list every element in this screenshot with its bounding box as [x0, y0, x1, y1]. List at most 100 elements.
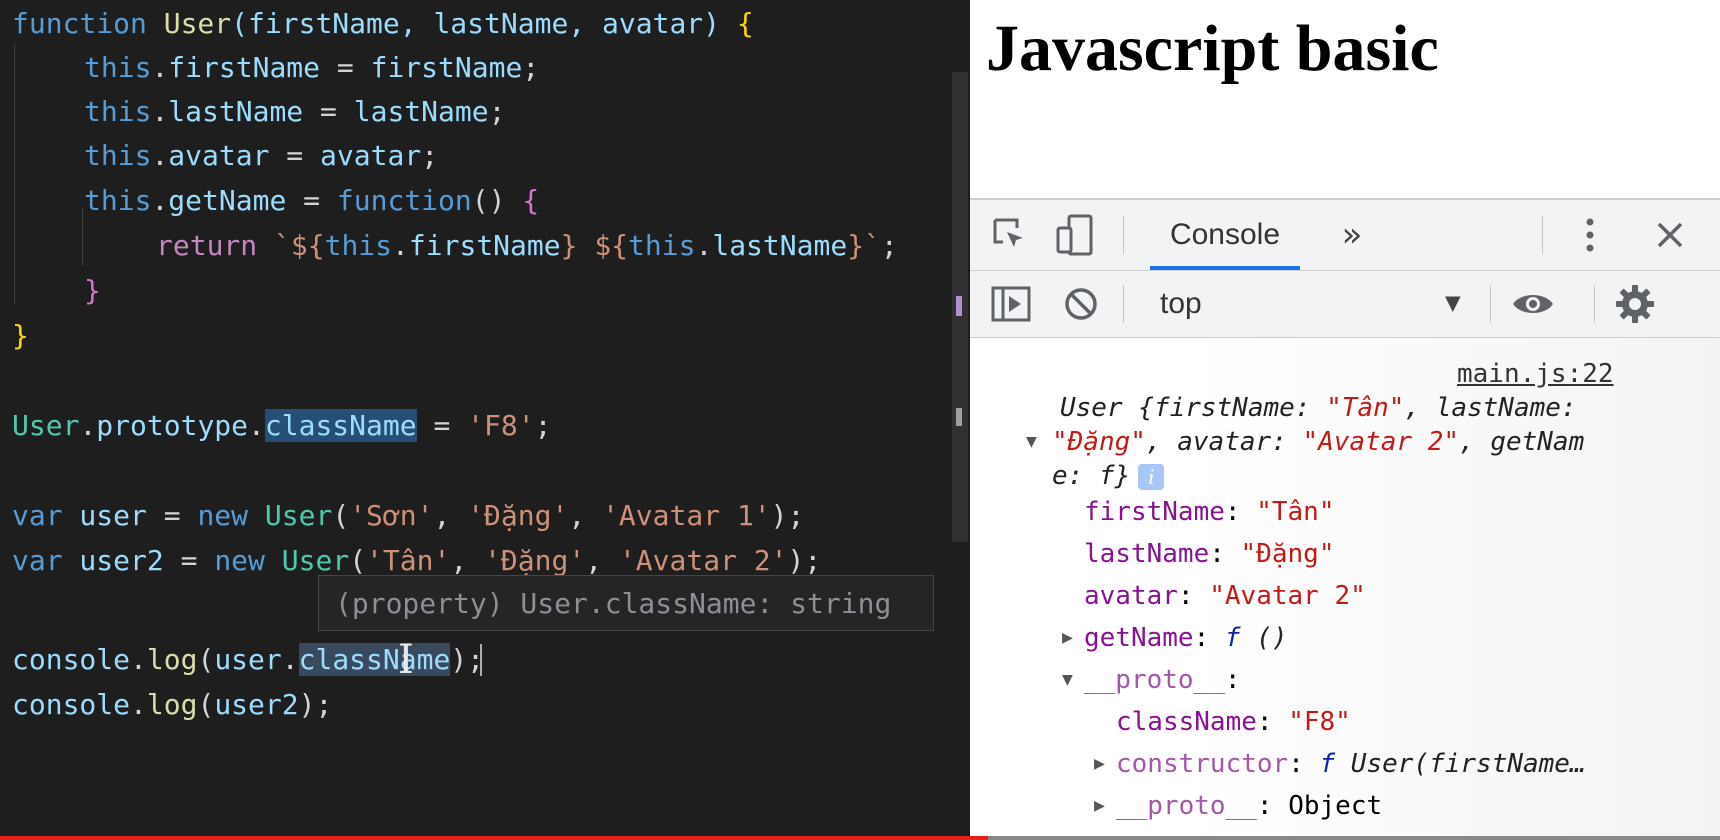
summary-text: , avatar:: [1145, 427, 1303, 457]
paren: );: [450, 643, 485, 676]
indent-guide: [14, 44, 15, 304]
string: 'Đặng': [467, 499, 569, 532]
value: lastName: [353, 95, 489, 128]
code-line-2[interactable]: this.firstName = firstName;: [84, 48, 539, 88]
summary-text: e:: [1052, 461, 1099, 491]
prop-sep: :: [1224, 497, 1257, 527]
prop-proto[interactable]: __proto__:: [1084, 662, 1241, 698]
browser-pane: Javascript basic Console » top ▼ main.js…: [970, 0, 1720, 836]
divider: [1542, 216, 1543, 254]
object-summary-line-2[interactable]: "Đặng", avatar: "Avatar 2", getNam: [1052, 424, 1584, 460]
console-output: main.js:22 User {firstName: "Tân", lastN…: [970, 338, 1720, 836]
video-progress-remaining: [988, 836, 1720, 840]
video-progress-bar[interactable]: [0, 836, 988, 840]
info-icon[interactable]: i: [1138, 463, 1165, 490]
code-line-13[interactable]: console.log(user2);: [12, 685, 332, 725]
object: console: [12, 643, 131, 676]
prop-key: constructor: [1116, 749, 1289, 779]
summary-text: , getNam: [1459, 427, 1585, 457]
kebab-menu-icon[interactable]: [1580, 212, 1600, 258]
summary-value: "Đặng": [1052, 427, 1146, 457]
comma: ,: [568, 499, 603, 532]
prop-value: "Tân": [1256, 497, 1335, 527]
code-line-5[interactable]: this.getName = function() {: [84, 181, 539, 221]
code-line-9[interactable]: User.prototype.className = 'F8';: [12, 406, 551, 446]
prop-proto-object[interactable]: __proto__: Object: [1116, 788, 1382, 824]
code-line-10[interactable]: var user = new User('Sơn', 'Đặng', 'Avat…: [12, 496, 804, 536]
summary-text: User {firstName:: [1060, 393, 1327, 423]
prop-key: getName: [1084, 623, 1194, 653]
inspect-element-icon[interactable]: [988, 212, 1032, 258]
context-selector[interactable]: top: [1160, 271, 1202, 337]
scrollbar-marker: [956, 296, 962, 316]
prop-sep: :: [1224, 665, 1241, 695]
summary-text: }: [1114, 461, 1131, 491]
prop-getName[interactable]: getName: f (): [1084, 620, 1288, 656]
expand-triangle-icon[interactable]: ▼: [1026, 424, 1037, 460]
class-name: User: [248, 499, 333, 532]
operator: =: [269, 139, 321, 172]
function-sig: (): [1240, 623, 1288, 653]
function-f: f: [1224, 623, 1241, 653]
parens: (): [471, 184, 523, 217]
collapse-triangle-icon[interactable]: ▶: [1094, 746, 1105, 782]
active-tab-indicator: [1150, 266, 1300, 270]
keyword: this: [84, 51, 152, 84]
more-tabs-icon[interactable]: »: [1332, 212, 1372, 258]
prop-value: "Avatar 2": [1209, 581, 1366, 611]
keyword: new: [214, 544, 265, 577]
function-sig: User(firstName…: [1335, 749, 1586, 779]
source-link[interactable]: main.js:22: [1457, 356, 1614, 392]
code-line-8[interactable]: }: [12, 316, 29, 356]
expand-triangle-icon[interactable]: ▼: [1062, 662, 1073, 698]
live-expression-eye-icon[interactable]: [1510, 281, 1556, 327]
sidebar-toggle-icon[interactable]: [990, 281, 1032, 327]
function-f: f: [1319, 749, 1336, 779]
code-line-7[interactable]: }: [84, 271, 101, 311]
brace: {: [522, 184, 540, 217]
code-line-4[interactable]: this.avatar = avatar;: [84, 136, 438, 176]
paren: (: [332, 499, 350, 532]
tab-console[interactable]: Console: [1150, 200, 1300, 270]
collapse-triangle-icon[interactable]: ▶: [1094, 788, 1105, 824]
paren: (: [197, 688, 215, 721]
dot: .: [392, 229, 409, 262]
code-line-1[interactable]: function User(firstName, lastName, avata…: [12, 4, 754, 44]
comma: ,: [433, 499, 468, 532]
prop-key: __proto__: [1084, 665, 1225, 695]
keyword: this: [324, 229, 393, 262]
indent-guide: [82, 208, 83, 266]
paren: (: [197, 643, 215, 676]
settings-gear-icon[interactable]: [1612, 281, 1658, 327]
value: avatar: [320, 139, 422, 172]
prop-value: Object: [1288, 791, 1383, 821]
device-toolbar-icon[interactable]: [1052, 212, 1098, 258]
property: lastName: [712, 229, 848, 262]
prop-key: className: [1116, 707, 1257, 737]
brace: }: [84, 274, 101, 307]
dot: .: [151, 51, 169, 84]
divider: [1490, 285, 1491, 323]
operator: =: [146, 499, 198, 532]
property: firstName: [168, 51, 321, 84]
hover-tooltip: (property) User.className: string: [318, 575, 934, 631]
code-editor[interactable]: function User(firstName, lastName, avata…: [0, 0, 970, 840]
prop-constructor[interactable]: constructor: f User(firstName…: [1116, 746, 1586, 782]
prop-avatar: avatar: "Avatar 2": [1084, 578, 1366, 614]
code-line-6[interactable]: return `${this.firstName} ${this.lastNam…: [156, 226, 898, 266]
code-line-3[interactable]: this.lastName = lastName;: [84, 92, 505, 132]
close-icon[interactable]: [1650, 212, 1690, 258]
template-string: `${: [274, 229, 325, 262]
comma: ,: [450, 544, 485, 577]
dropdown-arrow-icon[interactable]: ▼: [1445, 285, 1461, 321]
selected-property: className: [298, 643, 451, 676]
variable: user: [62, 499, 147, 532]
string: 'Sơn': [349, 499, 434, 532]
operator: =: [416, 409, 468, 442]
dot: .: [79, 409, 97, 442]
keyword: this: [84, 95, 152, 128]
clear-console-icon[interactable]: [1060, 281, 1102, 327]
collapse-triangle-icon[interactable]: ▶: [1062, 620, 1073, 656]
method: log: [146, 643, 198, 676]
